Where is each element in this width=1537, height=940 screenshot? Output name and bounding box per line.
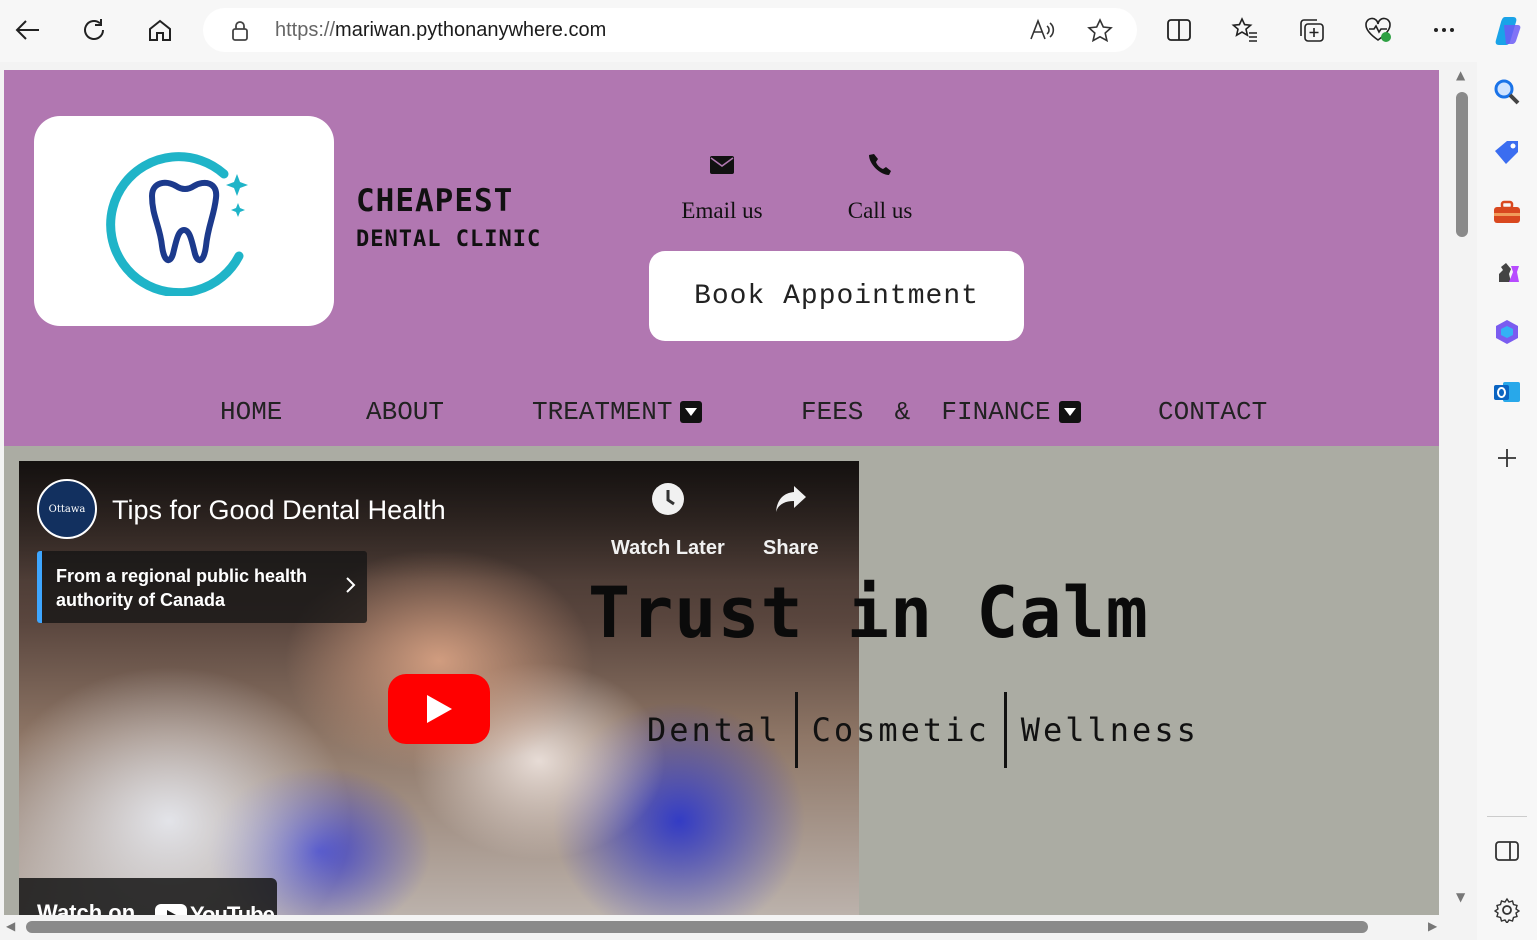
address-bar[interactable]: https://mariwan.pythonanywhere.com: [203, 8, 1137, 52]
info-card-text: From a regional public health authority …: [56, 566, 308, 610]
book-appointment-button[interactable]: Book Appointment: [649, 251, 1024, 341]
youtube-logo-icon: [155, 904, 187, 915]
clock-icon: [651, 483, 684, 515]
collections-icon: [1300, 19, 1324, 42]
more-menu-button[interactable]: [1426, 12, 1462, 48]
vertical-scroll-thumb[interactable]: [1456, 92, 1468, 237]
edge-sidebar: [1477, 62, 1537, 940]
horizontal-scrollbar[interactable]: ◀ ▶: [0, 915, 1447, 940]
sidebar-shopping-button[interactable]: [1491, 136, 1523, 168]
call-us-link[interactable]: Call us: [815, 150, 945, 224]
caret-down-icon[interactable]: [680, 401, 703, 423]
lock-icon[interactable]: [231, 20, 249, 46]
channel-avatar[interactable]: Ottawa: [37, 479, 97, 539]
search-icon: [1494, 79, 1520, 105]
play-button[interactable]: [388, 674, 490, 744]
browser-essentials-button[interactable]: [1360, 12, 1396, 48]
scroll-up-arrow-icon[interactable]: ▲: [1456, 68, 1465, 82]
youtube-embed[interactable]: Ottawa Tips for Good Dental Health From …: [19, 461, 859, 915]
phone-icon: [869, 154, 891, 175]
hero-tagline: Dental Cosmetic Wellness: [647, 692, 1199, 768]
brand-name-line2: DENTAL CLINIC: [356, 227, 542, 252]
chevron-right-icon: [345, 575, 357, 599]
brand-name-line1: CHEAPEST: [356, 183, 514, 219]
tag-dental: Dental: [647, 711, 781, 749]
nav-fees-finance[interactable]: FEES & FINANCE: [801, 396, 1081, 428]
url-text[interactable]: https://mariwan.pythonanywhere.com: [275, 19, 606, 42]
video-title[interactable]: Tips for Good Dental Health: [112, 495, 446, 526]
read-aloud-icon[interactable]: [1029, 18, 1055, 46]
office-icon: [1496, 320, 1518, 344]
refresh-button[interactable]: [76, 12, 112, 48]
envelope-icon: [710, 156, 734, 174]
video-info-card[interactable]: From a regional public health authority …: [37, 551, 367, 623]
tag-icon: [1495, 141, 1518, 164]
collections-button[interactable]: [1294, 12, 1330, 48]
nav-treatment-label: TREATMENT: [532, 397, 673, 427]
heart-pulse-icon: [1365, 17, 1391, 42]
nav-fees-label: FEES & FINANCE: [801, 397, 1051, 427]
sidebar-divider: [1487, 816, 1527, 817]
browser-toolbar: https://mariwan.pythonanywhere.com: [0, 0, 1537, 62]
nav-contact[interactable]: CONTACT: [1158, 396, 1267, 428]
scroll-down-arrow-icon[interactable]: ▼: [1456, 890, 1465, 904]
sidebar-tools-button[interactable]: [1491, 196, 1523, 228]
hero-title: Trust in Calm: [588, 572, 1149, 654]
split-screen-icon: [1167, 19, 1191, 41]
nav-about[interactable]: ABOUT: [366, 396, 444, 428]
tag-divider: [794, 692, 798, 768]
split-screen-button[interactable]: [1161, 12, 1197, 48]
sidebar-settings-button[interactable]: [1491, 894, 1523, 926]
play-icon: [427, 695, 452, 723]
email-us-label: Email us: [681, 198, 763, 223]
favorites-list-icon: [1231, 17, 1257, 42]
sidebar-search-button[interactable]: [1491, 76, 1523, 108]
watch-later-button[interactable]: Watch Later: [611, 479, 725, 560]
plus-icon: [1498, 449, 1516, 467]
tag-divider: [1003, 692, 1007, 768]
share-button[interactable]: Share: [763, 479, 819, 560]
copilot-icon: [1495, 17, 1521, 45]
gear-icon: [1494, 897, 1520, 923]
watch-on-youtube-button[interactable]: Watch on YouTube: [19, 878, 277, 915]
hero-section: Ottawa Tips for Good Dental Health From …: [4, 446, 1439, 915]
tag-cosmetic: Cosmetic: [811, 711, 990, 749]
back-button[interactable]: [10, 12, 46, 48]
outlook-icon: [1494, 382, 1520, 402]
site-header: CHEAPEST DENTAL CLINIC Email us Call us …: [4, 70, 1439, 446]
favorite-star-icon[interactable]: [1087, 18, 1113, 48]
sidebar-microsoft365-button[interactable]: [1491, 316, 1523, 348]
panel-icon: [1495, 841, 1519, 861]
tooth-logo-icon: [106, 152, 248, 296]
horizontal-scroll-thumb[interactable]: [26, 921, 1368, 933]
nav-home[interactable]: HOME: [220, 396, 282, 428]
scroll-left-arrow-icon[interactable]: ◀: [6, 919, 15, 933]
back-arrow-icon: [15, 20, 39, 40]
page-viewport: CHEAPEST DENTAL CLINIC Email us Call us …: [4, 70, 1439, 915]
home-button[interactable]: [142, 12, 178, 48]
sidebar-games-button[interactable]: [1491, 256, 1523, 288]
more-dots-icon: [1434, 28, 1454, 32]
favorites-button[interactable]: [1227, 12, 1263, 48]
sidebar-outlook-button[interactable]: [1491, 376, 1523, 408]
copilot-button[interactable]: [1489, 12, 1525, 48]
call-us-label: Call us: [847, 198, 913, 223]
share-arrow-icon: [775, 486, 806, 512]
clinic-logo[interactable]: [34, 116, 334, 326]
tag-wellness: Wellness: [1020, 711, 1199, 749]
caret-down-icon[interactable]: [1058, 401, 1081, 423]
scroll-right-arrow-icon[interactable]: ▶: [1428, 919, 1437, 933]
vertical-scrollbar[interactable]: ▲ ▼: [1447, 62, 1477, 915]
chess-piece-icon: [1499, 263, 1519, 282]
email-us-link[interactable]: Email us: [657, 150, 787, 224]
home-icon: [149, 19, 171, 41]
sidebar-add-button[interactable]: [1491, 442, 1523, 474]
hide-sidebar-button[interactable]: [1491, 835, 1523, 867]
refresh-icon: [84, 19, 104, 40]
nav-treatment[interactable]: TREATMENT: [532, 396, 703, 428]
toolbox-icon: [1494, 200, 1520, 223]
